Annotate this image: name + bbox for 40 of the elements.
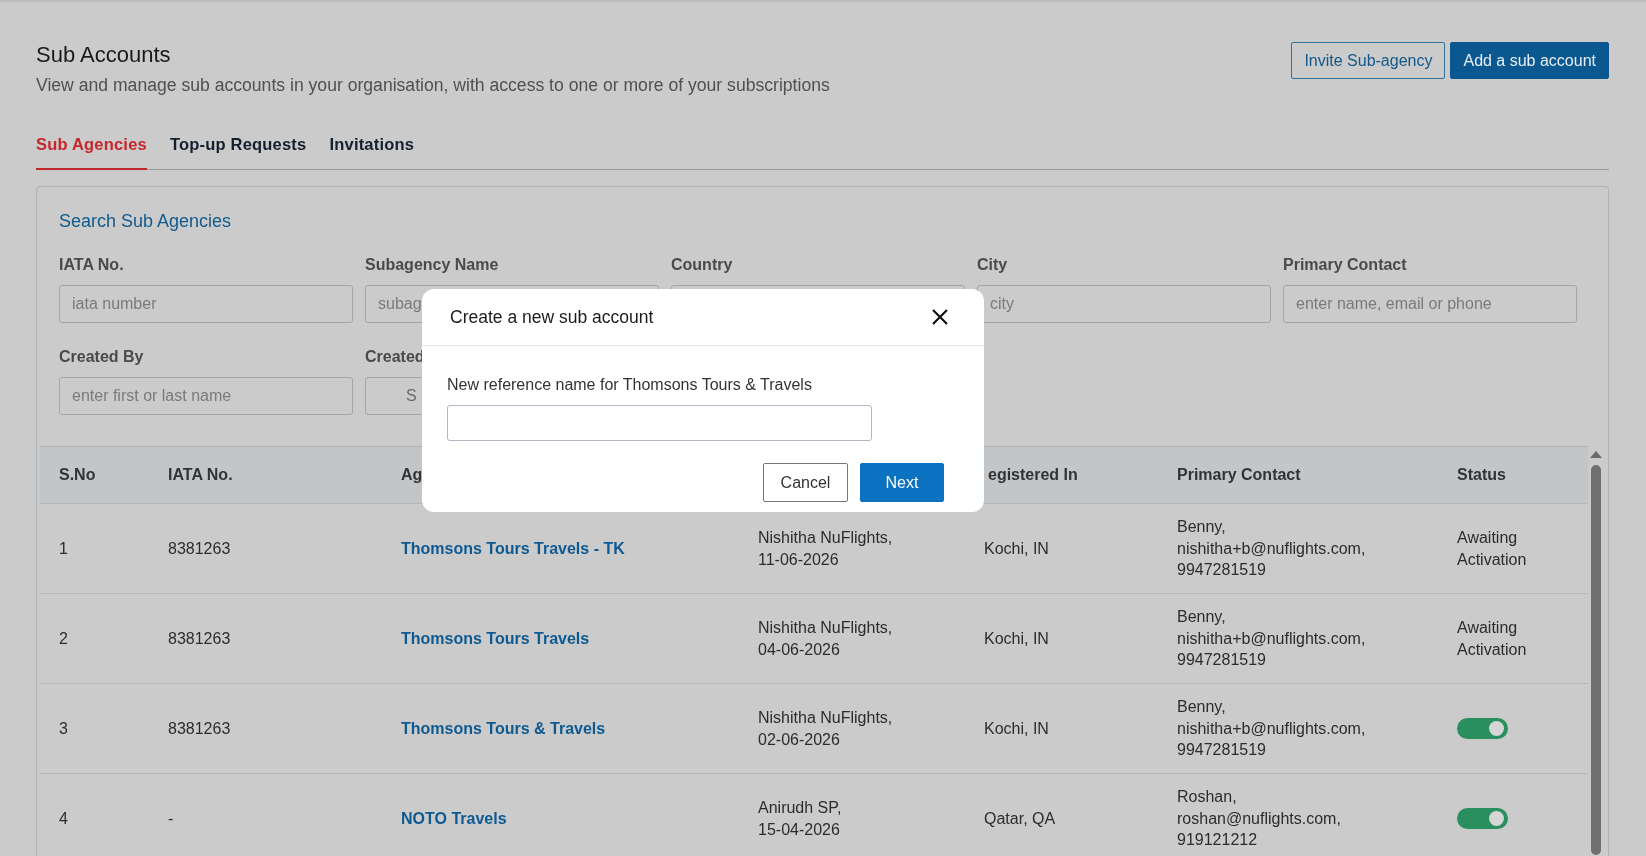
column-header: egistered In bbox=[988, 466, 1078, 483]
field-label: Created By bbox=[59, 348, 145, 366]
serial-number: 1 bbox=[59, 539, 68, 557]
field-label: Subagency Name bbox=[365, 256, 500, 274]
field-label: New reference name for Thomsons Tours & Travels bbox=[447, 376, 813, 394]
serial-number: 2 bbox=[59, 629, 68, 647]
field-label: Country bbox=[671, 256, 734, 274]
contact-info: Roshan, roshan@nuflights.com, 919121212 bbox=[1177, 787, 1341, 851]
field-label: City bbox=[977, 256, 1009, 274]
column-header: Primary Contact bbox=[1177, 466, 1301, 483]
dialog-title: Create a new sub account bbox=[450, 306, 654, 328]
contact-info: Benny, nishitha+b@nuflights.com, 9947281519 bbox=[1177, 517, 1366, 581]
status-text: Awaiting Activation bbox=[1457, 528, 1527, 570]
status-text: Awaiting Activation bbox=[1457, 618, 1527, 660]
iata-number: 8381263 bbox=[168, 629, 231, 647]
registered-location: Qatar, QA bbox=[984, 809, 1056, 827]
contact-info: Benny, nishitha+b@nuflights.com, 9947281519 bbox=[1177, 697, 1366, 761]
column-header: Status bbox=[1457, 466, 1506, 483]
column-header: IATA No. bbox=[168, 466, 233, 483]
created-info: Nishitha NuFlights, 11-06-2026 bbox=[758, 528, 893, 570]
serial-number: 3 bbox=[59, 719, 68, 737]
serial-number: 4 bbox=[59, 809, 68, 827]
page-title: Sub Accounts bbox=[36, 42, 172, 68]
created-info: Nishitha NuFlights, 02-06-2026 bbox=[758, 708, 893, 750]
created-info: Anirudh SP, 15-04-2026 bbox=[758, 798, 842, 840]
field-label: Primary Contact bbox=[1283, 256, 1408, 274]
field-label: Created bbox=[365, 348, 426, 366]
created-info: Nishitha NuFlights, 04-06-2026 bbox=[758, 618, 893, 660]
search-title: Search Sub Agencies bbox=[58, 211, 233, 232]
contact-info: Benny, nishitha+b@nuflights.com, 9947281519 bbox=[1177, 607, 1366, 671]
field-label: IATA No. bbox=[59, 256, 125, 274]
column-header: Ag bbox=[401, 466, 423, 483]
registered-location: Kochi, IN bbox=[984, 719, 1049, 737]
iata-number: - bbox=[168, 809, 174, 827]
page-subtitle: View and manage sub accounts in your organisation, with access to one or more of your subscriptions bbox=[36, 75, 830, 96]
registered-location: Kochi, IN bbox=[984, 629, 1049, 647]
column-header: S.No bbox=[59, 466, 96, 483]
iata-number: 8381263 bbox=[168, 719, 231, 737]
iata-number: 8381263 bbox=[168, 539, 231, 557]
registered-location: Kochi, IN bbox=[984, 539, 1049, 557]
